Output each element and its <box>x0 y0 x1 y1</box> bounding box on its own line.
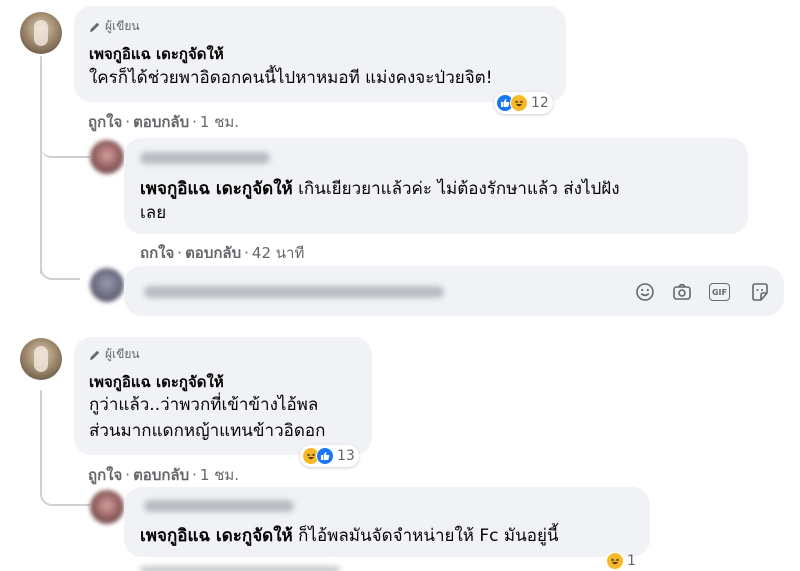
author-avatar[interactable] <box>20 338 62 380</box>
reaction-summary[interactable]: 13 <box>300 445 359 467</box>
reaction-summary[interactable]: 12 <box>494 92 553 114</box>
author-badge-label: ผู้เขียน <box>105 19 140 33</box>
author-badge: ผู้เขียน <box>89 345 140 364</box>
comment-time[interactable]: 1 ชม. <box>200 466 239 484</box>
thread-curve-composer <box>40 258 80 280</box>
comment-text: ใครก็ได้ช่วยพาอิดอกคนนี้ไปหาหมอที แม่งคง… <box>89 68 493 88</box>
sticker-icon[interactable] <box>750 282 770 302</box>
comment-actions: ถูกใจ · ตอบกลับ · 1 ชม. <box>88 113 240 131</box>
redacted-name <box>144 500 294 512</box>
like-button[interactable]: ถูกใจ <box>88 113 122 131</box>
reply-avatar[interactable] <box>90 490 124 524</box>
reply-button[interactable]: ตอบกลับ <box>133 113 189 131</box>
mention-tag[interactable]: เพจกูอิแฉ เดะกูจัดให้ <box>140 179 293 199</box>
reaction-count: 12 <box>531 95 549 111</box>
like-button[interactable]: ถูกใจ <box>88 466 122 484</box>
composer-avatar[interactable] <box>90 268 124 302</box>
author-badge: ผู้เขียน <box>89 17 140 36</box>
camera-icon[interactable] <box>672 282 692 302</box>
commenter-name[interactable]: เพจกูอิแฉ เดะกูจัดให้ <box>89 370 224 394</box>
redacted-placeholder <box>144 286 444 298</box>
gif-icon[interactable]: GIF <box>709 283 730 301</box>
reaction-count: 1 <box>627 553 636 569</box>
pencil-icon <box>90 22 100 32</box>
haha-reaction-icon <box>606 552 624 570</box>
reply-button[interactable]: ตอบกลับ <box>133 466 189 484</box>
comment-actions: ถูกใจ · ตอบกลับ · 1 ชม. <box>88 466 240 484</box>
reply-avatar[interactable] <box>90 140 124 174</box>
author-badge-label: ผู้เขียน <box>105 347 140 361</box>
thread-curve-reply2 <box>40 478 90 506</box>
comment-text-line2: ส่วนมากแดกหญ้าแทนข้าวอิดอก <box>89 421 326 441</box>
reaction-summary[interactable]: 1 <box>604 550 640 571</box>
emoji-icon[interactable] <box>635 282 655 302</box>
thread-line-2 <box>40 390 42 490</box>
reaction-count: 13 <box>337 448 355 464</box>
comment-text-line1: กูว่าแล้ว..ว่าพวกที่เข้าข้างไอ้พล <box>89 395 319 415</box>
thread-curve-reply1 <box>40 134 90 158</box>
reply-text-line2: เลย <box>140 203 167 223</box>
reply-text: เพจกูอิแฉ เดะกูจัดให้ ก็ไอ้พลมันจัดจำหน่… <box>140 526 559 546</box>
mention-tag[interactable]: เพจกูอิแฉ เดะกูจัดให้ <box>140 526 293 546</box>
redacted-actions <box>140 566 340 571</box>
pencil-icon <box>90 350 100 360</box>
thread-line-1 <box>40 56 42 274</box>
cut-mask <box>100 258 800 264</box>
redacted-name <box>140 152 270 164</box>
comment-time[interactable]: 1 ชม. <box>200 113 239 131</box>
commenter-name[interactable]: เพจกูอิแฉ เดะกูจัดให้ <box>89 42 224 66</box>
like-reaction-icon <box>316 447 334 465</box>
reply-text-line1: เพจกูอิแฉ เดะกูจัดให้ เกินเยียวยาแล้วค่ะ… <box>140 179 620 199</box>
haha-reaction-icon <box>510 94 528 112</box>
author-avatar[interactable] <box>20 12 62 54</box>
